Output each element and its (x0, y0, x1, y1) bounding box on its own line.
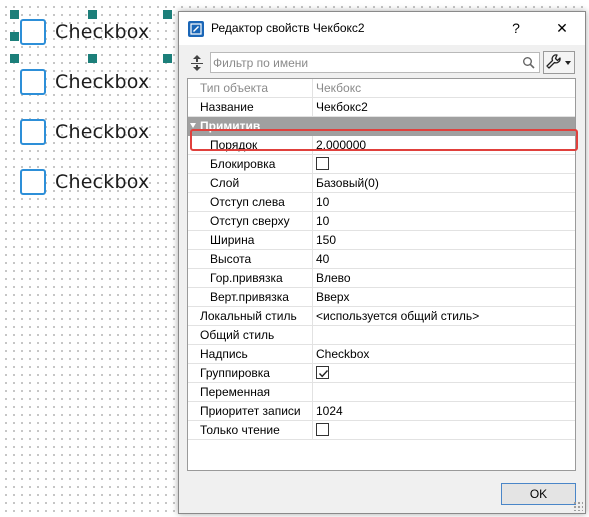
prop-row-variable[interactable]: Переменная (188, 383, 575, 402)
prop-name: Общий стиль (188, 326, 313, 344)
prop-name: Слой (188, 174, 313, 192)
prop-value[interactable]: Чекбокс2 (316, 98, 368, 116)
prop-value[interactable]: 10 (316, 212, 329, 230)
filter-toolbar (179, 51, 585, 75)
prop-name: Верт.привязка (188, 288, 313, 306)
tools-dropdown-button[interactable] (543, 51, 575, 74)
resize-handle-sw[interactable] (10, 54, 19, 63)
resize-grip-icon[interactable] (573, 501, 583, 511)
prop-row-priority[interactable]: Приоритет записи 1024 (188, 402, 575, 421)
sort-icon[interactable] (189, 54, 205, 72)
filter-field[interactable] (210, 52, 540, 73)
prop-value[interactable]: 2,000000 (316, 136, 366, 154)
category-primitive[interactable]: Примитив (188, 117, 575, 136)
prop-name: Ширина (188, 231, 313, 249)
prop-row-object-type[interactable]: Тип объекта Чекбокс (188, 79, 575, 98)
canvas-checkbox-2[interactable]: Checkbox (18, 65, 168, 105)
resize-handle-se[interactable] (163, 54, 172, 63)
prop-name: Переменная (188, 383, 313, 401)
prop-name: Блокировка (188, 155, 313, 173)
wrench-icon (546, 54, 571, 69)
property-grid: Тип объекта Чекбокс Название Чекбокс2 Пр… (187, 78, 576, 471)
canvas-checkbox-4[interactable]: Checkbox (18, 165, 168, 205)
canvas-checkbox-1[interactable]: Checkbox (18, 15, 168, 55)
prop-name: Отступ слева (188, 193, 313, 211)
prop-value[interactable]: Базовый(0) (316, 174, 379, 192)
prop-name: Гор.привязка (188, 269, 313, 287)
dialog-title: Редактор свойств Чекбокс2 (211, 21, 365, 35)
prop-row-caption[interactable]: Надпись Checkbox (188, 345, 575, 364)
app-icon (188, 21, 204, 37)
prop-row-common-style[interactable]: Общий стиль (188, 326, 575, 345)
prop-value[interactable]: 40 (316, 250, 329, 268)
close-button[interactable]: ✕ (539, 12, 585, 45)
prop-value: Чекбокс (316, 81, 362, 95)
checkbox-square (20, 69, 46, 95)
prop-value[interactable]: Вверх (316, 288, 349, 306)
prop-name: Группировка (188, 364, 313, 382)
prop-value[interactable]: Checkbox (316, 345, 369, 363)
filter-input[interactable] (213, 54, 513, 71)
prop-row-order[interactable]: Порядок 2,000000 (188, 136, 575, 155)
prop-name: Название (188, 98, 313, 116)
prop-row-hanchor[interactable]: Гор.привязка Влево (188, 269, 575, 288)
prop-row-name[interactable]: Название Чекбокс2 (188, 98, 575, 117)
prop-row-local-style[interactable]: Локальный стиль <используется общий стил… (188, 307, 575, 326)
resize-handle-s[interactable] (88, 54, 97, 63)
prop-name: Тип объекта (188, 79, 313, 97)
grouping-checkbox[interactable] (316, 366, 329, 379)
title-bar[interactable]: Редактор свойств Чекбокс2 ? ✕ (179, 12, 585, 45)
prop-name: Порядок (188, 136, 313, 154)
prop-row-width[interactable]: Ширина 150 (188, 231, 575, 250)
search-icon[interactable] (522, 56, 535, 69)
canvas-checkbox-3[interactable]: Checkbox (18, 115, 168, 155)
prop-name: Отступ сверху (188, 212, 313, 230)
prop-row-layer[interactable]: Слой Базовый(0) (188, 174, 575, 193)
prop-value[interactable]: <используется общий стиль> (316, 307, 479, 325)
prop-name: Высота (188, 250, 313, 268)
ok-button[interactable]: OK (501, 483, 576, 505)
prop-name: Надпись (188, 345, 313, 363)
checkbox-label: Checkbox (55, 21, 150, 43)
help-button[interactable]: ? (493, 12, 539, 45)
readonly-checkbox[interactable] (316, 423, 329, 436)
prop-value[interactable]: 10 (316, 193, 329, 211)
lock-checkbox[interactable] (316, 157, 329, 170)
checkbox-label: Checkbox (55, 121, 150, 143)
checkbox-square (20, 19, 46, 45)
prop-row-lock[interactable]: Блокировка (188, 155, 575, 174)
prop-row-vanchor[interactable]: Верт.привязка Вверх (188, 288, 575, 307)
checkbox-label: Checkbox (55, 171, 150, 193)
prop-name: Приоритет записи (188, 402, 313, 420)
prop-value[interactable]: 1024 (316, 402, 343, 420)
prop-row-height[interactable]: Высота 40 (188, 250, 575, 269)
checkmark-icon (318, 370, 329, 378)
prop-row-top[interactable]: Отступ сверху 10 (188, 212, 575, 231)
checkbox-square (20, 119, 46, 145)
prop-name: Локальный стиль (188, 307, 313, 325)
category-label: Примитив (200, 119, 261, 133)
prop-row-left[interactable]: Отступ слева 10 (188, 193, 575, 212)
prop-name: Только чтение (188, 421, 313, 439)
prop-row-readonly[interactable]: Только чтение (188, 421, 575, 440)
property-editor-dialog: Редактор свойств Чекбокс2 ? ✕ Фильтр по … (178, 11, 586, 514)
checkbox-label: Checkbox (55, 71, 150, 93)
prop-value[interactable]: 150 (316, 231, 336, 249)
checkbox-square (20, 169, 46, 195)
prop-value[interactable]: Влево (316, 269, 351, 287)
prop-row-grouping[interactable]: Группировка (188, 364, 575, 383)
